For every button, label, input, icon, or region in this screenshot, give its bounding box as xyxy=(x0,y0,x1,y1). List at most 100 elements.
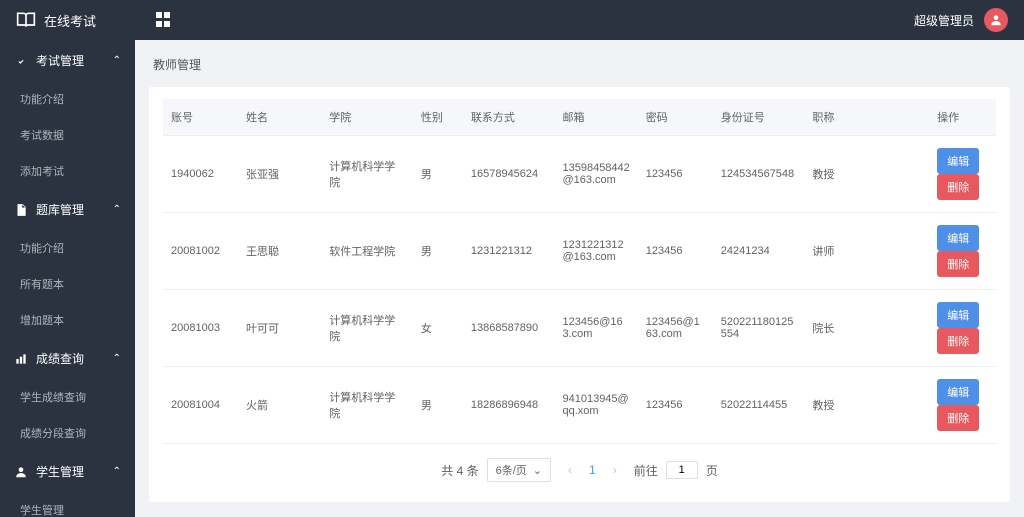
menu-header-student[interactable]: 学生管理 ⌃ xyxy=(0,451,135,492)
menu-header-question[interactable]: 题库管理 ⌃ xyxy=(0,189,135,230)
user-name: 超级管理员 xyxy=(914,12,974,29)
chevron-up-icon: ⌃ xyxy=(113,353,121,364)
header-right: 超级管理员 xyxy=(914,8,1008,32)
cell-phone: 18286896948 xyxy=(463,367,555,444)
cell-email: 13598458442@163.com xyxy=(554,136,637,213)
th-blank xyxy=(863,99,930,136)
page-size-select[interactable]: 6条/页 ⌄ xyxy=(487,458,551,482)
cell-pwd: 123456 xyxy=(638,136,713,213)
sidebar-item-all-questions[interactable]: 所有题本 xyxy=(0,266,135,302)
cell-blank xyxy=(863,213,930,290)
breadcrumb: 教师管理 xyxy=(149,54,1010,75)
sidebar-item-add-question[interactable]: 增加题本 xyxy=(0,302,135,338)
menu-header-exam[interactable]: 考试管理 ⌃ xyxy=(0,40,135,81)
check-icon xyxy=(14,54,28,68)
cell-email: 941013945@qq.xom xyxy=(554,367,637,444)
menu-label: 题库管理 xyxy=(36,201,84,218)
cell-gender: 男 xyxy=(413,367,463,444)
cell-email: 123456@163.com xyxy=(554,290,637,367)
cell-gender: 男 xyxy=(413,136,463,213)
book-icon xyxy=(16,10,36,30)
sidebar-item-intro[interactable]: 功能介绍 xyxy=(0,81,135,117)
prev-page-button[interactable]: ‹ xyxy=(559,459,581,481)
goto-input[interactable] xyxy=(666,461,698,479)
page-number[interactable]: 1 xyxy=(589,463,596,477)
menu-label: 学生管理 xyxy=(36,463,84,480)
menu-group-question: 题库管理 ⌃ 功能介绍 所有题本 增加题本 xyxy=(0,189,135,338)
cell-ops: 编辑删除 xyxy=(929,290,996,367)
logo-area: 在线考试 xyxy=(16,10,96,30)
edit-button[interactable]: 编辑 xyxy=(937,302,979,328)
cell-job: 讲师 xyxy=(804,213,862,290)
chart-icon xyxy=(14,352,28,366)
edit-button[interactable]: 编辑 xyxy=(937,148,979,174)
sidebar-item-q-intro[interactable]: 功能介绍 xyxy=(0,230,135,266)
page-size-label: 6条/页 xyxy=(496,462,527,478)
th-idcard: 身份证号 xyxy=(713,99,805,136)
menu-label: 成绩查询 xyxy=(36,350,84,367)
next-page-button[interactable]: › xyxy=(604,459,626,481)
edit-button[interactable]: 编辑 xyxy=(937,225,979,251)
sidebar-item-student-manage[interactable]: 学生管理 xyxy=(0,492,135,517)
cell-job: 教授 xyxy=(804,367,862,444)
delete-button[interactable]: 删除 xyxy=(937,174,979,200)
table-head: 账号 姓名 学院 性别 联系方式 邮箱 密码 身份证号 职称 操作 xyxy=(163,99,996,136)
chevron-up-icon: ⌃ xyxy=(113,55,121,66)
th-gender: 性别 xyxy=(413,99,463,136)
app-title: 在线考试 xyxy=(44,11,96,30)
th-name: 姓名 xyxy=(238,99,321,136)
cell-blank xyxy=(863,290,930,367)
cell-job: 院长 xyxy=(804,290,862,367)
user-icon xyxy=(14,465,28,479)
cell-account: 20081004 xyxy=(163,367,238,444)
table-row: 20081002王思聪软件工程学院男12312213121231221312@1… xyxy=(163,213,996,290)
delete-button[interactable]: 删除 xyxy=(937,328,979,354)
chevron-up-icon: ⌃ xyxy=(113,466,121,477)
cell-email: 1231221312@163.com xyxy=(554,213,637,290)
sidebar-item-score-segment[interactable]: 成绩分段查询 xyxy=(0,415,135,451)
sidebar-item-student-score[interactable]: 学生成绩查询 xyxy=(0,379,135,415)
th-pwd: 密码 xyxy=(638,99,713,136)
cell-phone: 1231221312 xyxy=(463,213,555,290)
table-body: 1940062张亚强计算机科学学院男1657894562413598458442… xyxy=(163,136,996,444)
cell-phone: 16578945624 xyxy=(463,136,555,213)
cell-idcard: 520221180125554 xyxy=(713,290,805,367)
delete-button[interactable]: 删除 xyxy=(937,405,979,431)
app-header: 在线考试 超级管理员 xyxy=(0,0,1024,40)
pagination: 共 4 条 6条/页 ⌄ ‹ 1 › 前往 页 xyxy=(163,458,996,482)
delete-button[interactable]: 删除 xyxy=(937,251,979,277)
cell-ops: 编辑删除 xyxy=(929,367,996,444)
table-row: 20081004火箭计算机科学学院男18286896948941013945@q… xyxy=(163,367,996,444)
total-count: 共 4 条 xyxy=(441,462,478,479)
th-email: 邮箱 xyxy=(554,99,637,136)
grid-toggle-icon[interactable] xyxy=(156,12,172,28)
cell-college: 计算机科学学院 xyxy=(321,136,413,213)
cell-idcard: 124534567548 xyxy=(713,136,805,213)
edit-button[interactable]: 编辑 xyxy=(937,379,979,405)
cell-blank xyxy=(863,136,930,213)
sidebar: 考试管理 ⌃ 功能介绍 考试数据 添加考试 题库管理 ⌃ 功能介绍 所有题本 增… xyxy=(0,40,135,517)
sidebar-item-add-exam[interactable]: 添加考试 xyxy=(0,153,135,189)
sidebar-item-exam-data[interactable]: 考试数据 xyxy=(0,117,135,153)
cell-job: 教授 xyxy=(804,136,862,213)
cell-account: 20081003 xyxy=(163,290,238,367)
main-content: 教师管理 账号 姓名 学院 性别 联系方式 邮箱 密码 身份证号 职称 xyxy=(135,40,1024,517)
menu-header-score[interactable]: 成绩查询 ⌃ xyxy=(0,338,135,379)
document-icon xyxy=(14,203,28,217)
cell-gender: 男 xyxy=(413,213,463,290)
chevron-up-icon: ⌃ xyxy=(113,204,121,215)
th-college: 学院 xyxy=(321,99,413,136)
table-row: 20081003叶可可计算机科学学院女13868587890123456@163… xyxy=(163,290,996,367)
menu-label: 考试管理 xyxy=(36,52,84,69)
avatar-icon xyxy=(989,13,1003,27)
cell-college: 软件工程学院 xyxy=(321,213,413,290)
cell-pwd: 123456 xyxy=(638,367,713,444)
avatar[interactable] xyxy=(984,8,1008,32)
teacher-table: 账号 姓名 学院 性别 联系方式 邮箱 密码 身份证号 职称 操作 194006… xyxy=(163,99,996,444)
cell-name: 火箭 xyxy=(238,367,321,444)
cell-account: 20081002 xyxy=(163,213,238,290)
cell-ops: 编辑删除 xyxy=(929,136,996,213)
cell-pwd: 123456 xyxy=(638,213,713,290)
cell-college: 计算机科学学院 xyxy=(321,290,413,367)
cell-college: 计算机科学学院 xyxy=(321,367,413,444)
